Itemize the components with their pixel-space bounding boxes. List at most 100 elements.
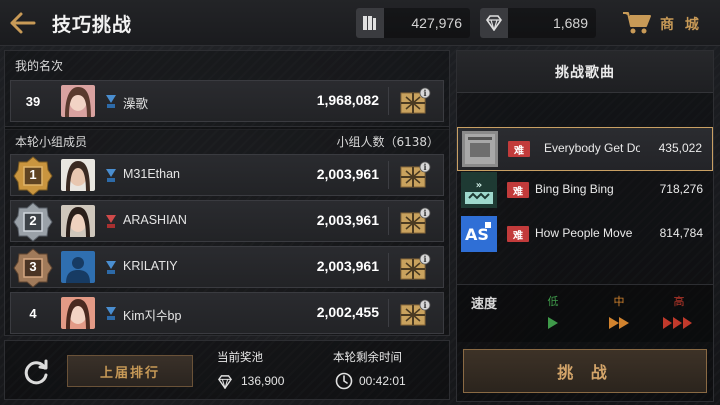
song-score: 435,022 <box>658 141 702 155</box>
song-score: 718,276 <box>659 182 703 196</box>
divider <box>388 253 389 281</box>
vip-icon <box>104 259 118 275</box>
diamond-icon <box>217 374 233 393</box>
song-title: Everybody Get Dov <box>544 141 640 155</box>
back-arrow-icon[interactable] <box>8 9 38 37</box>
speed-option-low[interactable]: 低 <box>523 291 583 337</box>
previous-ranking-button[interactable]: 上届排行 <box>67 355 193 387</box>
tickets-counter: 427,976 <box>356 8 470 38</box>
bottom-bar: 上届排行 当前奖池 136,900 本轮剩余时间 00:42:01 <box>4 340 450 400</box>
difficulty-badge: 难 <box>507 182 529 198</box>
player-score: 2,002,455 <box>316 304 379 320</box>
player-score: 2,003,961 <box>316 212 379 228</box>
speed-option-mid[interactable]: 中 <box>589 291 649 337</box>
song-title: How People Move <box>535 226 633 240</box>
album-cover: AS <box>461 216 497 252</box>
play-single-icon <box>533 315 573 331</box>
top-bar: 技巧挑战 427,976 1,689 商 城 <box>0 0 720 46</box>
tickets-value: 427,976 <box>411 15 462 31</box>
player-name: 澡歌 <box>123 97 149 111</box>
prize-pool-label: 当前奖池 <box>217 350 263 364</box>
divider <box>388 87 389 115</box>
member-row[interactable]: 1 M31Ethan 2,003,961 i <box>10 154 444 196</box>
svg-text:i: i <box>423 88 426 98</box>
shop-label: 商 城 <box>660 17 702 33</box>
song-score: 814,784 <box>659 226 703 240</box>
member-row[interactable]: 2 ARASHIAN 2,003,961 i <box>10 200 444 242</box>
gift-icon[interactable]: i <box>399 299 431 327</box>
song-item[interactable]: AS 难 How People Move 814,784 <box>457 213 713 257</box>
clock-icon <box>335 372 353 394</box>
speed-label: 速度 <box>471 297 498 312</box>
gift-icon[interactable]: i <box>399 161 431 189</box>
group-count-label: 小组人数（6138） <box>336 135 439 149</box>
player-score: 2,003,961 <box>316 166 379 182</box>
speed-low-label: 低 <box>547 295 559 308</box>
player-name: ARASHIAN <box>123 213 187 227</box>
diamond-icon <box>480 8 508 38</box>
time-left-label: 本轮剩余时间 <box>333 350 402 364</box>
rank-number: 2 <box>29 213 37 228</box>
song-title: Bing Bing Bing <box>535 182 614 196</box>
speed-option-high[interactable]: 高 <box>649 291 709 337</box>
album-cover: » <box>461 172 497 208</box>
player-score: 2,003,961 <box>316 258 379 274</box>
player-score: 1,968,082 <box>316 92 379 108</box>
player-name: Kim지수bp <box>123 309 182 323</box>
speed-high-label: 高 <box>673 295 685 308</box>
vip-icon <box>104 167 118 183</box>
rank-number: 39 <box>25 93 41 109</box>
avatar <box>61 205 95 237</box>
avatar <box>61 85 95 117</box>
song-item[interactable]: 难 Everybody Get Dov 435,022 <box>457 127 713 171</box>
svg-text:»: » <box>476 180 482 191</box>
diamonds-value: 1,689 <box>552 15 588 31</box>
svg-text:i: i <box>423 162 426 172</box>
rank-number: 1 <box>29 167 37 182</box>
songs-title: 挑战歌曲 <box>457 51 713 93</box>
shop-button[interactable]: 商 城 <box>620 8 712 38</box>
svg-text:i: i <box>423 300 426 310</box>
group-members-label: 本轮小组成员 <box>15 135 88 149</box>
diamonds-counter: 1,689 <box>480 8 596 38</box>
vip-red-icon <box>104 213 118 229</box>
avatar <box>61 251 95 283</box>
vip-icon <box>104 305 118 321</box>
prize-pool-value: 136,900 <box>241 374 285 388</box>
member-row[interactable]: 4 Kim지수bp 2,002,455 i <box>10 292 444 334</box>
divider <box>388 299 389 327</box>
player-name: KRILATIY <box>123 259 178 273</box>
my-rank-row[interactable]: 39 澡歌 1,968,082 i <box>10 80 444 122</box>
vip-icon <box>104 93 118 109</box>
bronze-rank-badge-icon: 3 <box>13 248 53 288</box>
silver-rank-badge-icon: 2 <box>13 202 53 242</box>
time-left-value: 00:42:01 <box>359 374 406 388</box>
shopping-cart-icon <box>622 10 652 40</box>
challenge-songs-panel: 挑战歌曲 难 Everybody Get Dov 435,022 » 难 Bin… <box>456 50 714 402</box>
rank-number: 4 <box>29 305 37 321</box>
tickets-icon <box>356 8 384 38</box>
speed-mid-label: 中 <box>613 295 625 308</box>
gold-rank-badge-icon: 1 <box>13 156 53 196</box>
divider <box>388 161 389 189</box>
album-cover <box>462 131 498 167</box>
speed-selector: 速度 低 中 高 <box>457 284 713 342</box>
refresh-icon[interactable] <box>21 357 51 387</box>
gift-icon[interactable]: i <box>399 253 431 281</box>
svg-text:i: i <box>423 208 426 218</box>
difficulty-badge: 难 <box>508 141 530 157</box>
avatar <box>61 159 95 191</box>
song-item[interactable]: » 难 Bing Bing Bing 718,276 <box>457 169 713 213</box>
gift-icon[interactable]: i <box>399 207 431 235</box>
divider <box>388 207 389 235</box>
gift-icon[interactable]: i <box>399 87 431 115</box>
challenge-button[interactable]: 挑 战 <box>463 349 707 393</box>
member-row[interactable]: 3 KRILATIY 2,003,961 i <box>10 246 444 288</box>
play-triple-icon <box>659 315 699 331</box>
player-name: M31Ethan <box>123 167 180 181</box>
rank-number: 3 <box>29 259 37 274</box>
play-double-icon <box>599 315 639 331</box>
difficulty-badge: 难 <box>507 226 529 242</box>
svg-text:i: i <box>423 254 426 264</box>
page-title: 技巧挑战 <box>52 14 133 36</box>
